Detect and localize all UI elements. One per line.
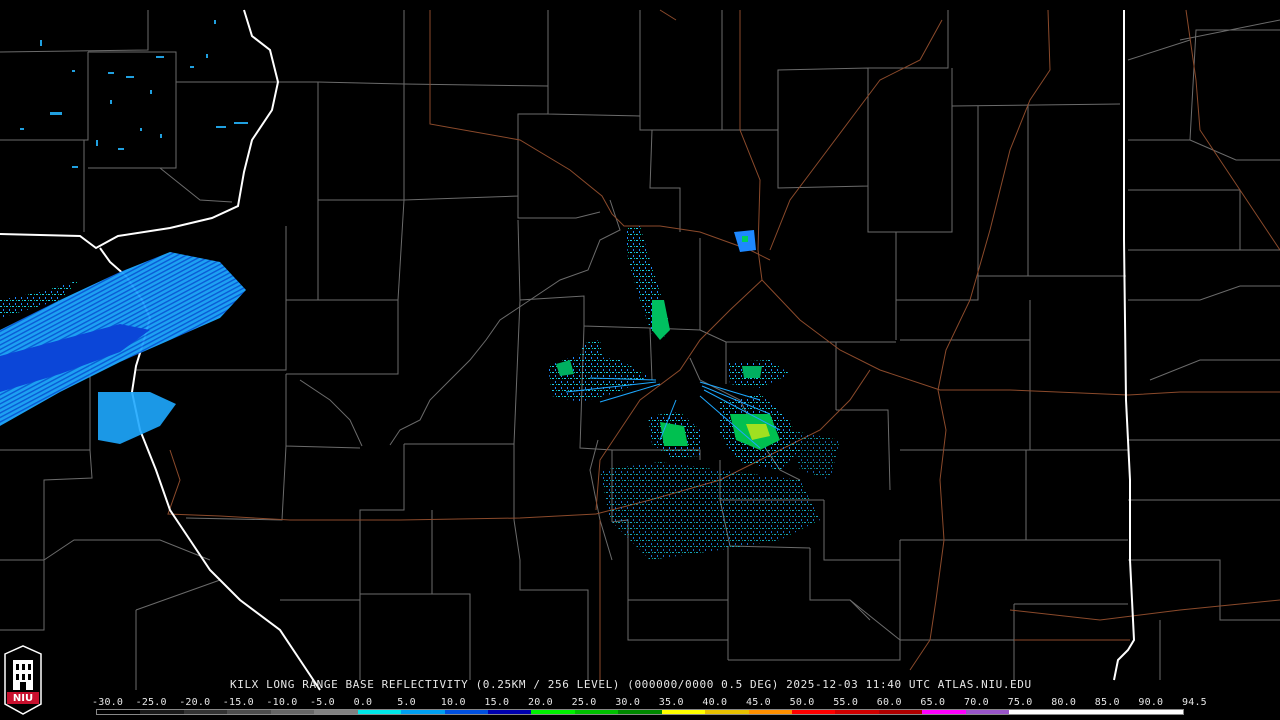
legend-color-swatch xyxy=(531,710,575,714)
legend-label: 85.0 xyxy=(1094,697,1120,708)
legend-color-swatch xyxy=(922,710,966,714)
legend-color-swatch xyxy=(618,710,662,714)
niu-logo-text: NIU xyxy=(12,693,34,704)
legend-color-swatch xyxy=(97,710,141,714)
scattered-returns-northwest xyxy=(20,20,248,168)
legend-label: 60.0 xyxy=(876,697,902,708)
legend-label: -5.0 xyxy=(310,697,335,708)
legend-label: 50.0 xyxy=(789,697,815,708)
legend-color-swatch xyxy=(1052,710,1097,714)
legend-color-swatch xyxy=(314,710,358,714)
legend-label: 15.0 xyxy=(484,697,510,708)
radar-map xyxy=(0,9,1280,715)
legend-label: -25.0 xyxy=(135,697,167,708)
legend-color-swatch xyxy=(183,710,228,714)
legend-label: -15.0 xyxy=(222,697,254,708)
legend-color-swatch xyxy=(705,710,749,714)
state-boundaries xyxy=(0,9,1136,691)
western-precip-band xyxy=(0,252,246,444)
legend-label: 90.0 xyxy=(1138,697,1164,708)
legend-color-swatch xyxy=(227,710,271,714)
legend-label: 94.5 xyxy=(1182,697,1207,708)
legend-color-swatch xyxy=(401,710,445,714)
legend-color-swatch xyxy=(140,710,184,714)
legend-color-swatch xyxy=(1009,710,1053,714)
legend-label: 30.0 xyxy=(615,697,641,708)
legend-color-swatch xyxy=(1096,710,1140,714)
legend-color-swatch xyxy=(878,710,923,714)
legend-label: 65.0 xyxy=(920,697,946,708)
legend-label: -30.0 xyxy=(92,697,124,708)
legend-color-swatch xyxy=(1139,710,1183,714)
legend-color-bar xyxy=(96,709,1184,715)
legend-color-swatch xyxy=(965,710,1010,714)
legend-label: 0.0 xyxy=(353,697,373,708)
legend-color-swatch xyxy=(270,710,315,714)
legend-color-swatch xyxy=(487,710,532,714)
county-boundaries xyxy=(0,10,1280,690)
legend-label: 70.0 xyxy=(964,697,989,708)
legend-labels: -30.0 -25.0 -20.0 -15.0 -10.0 -5.0 0.0 5.0 10.0 1… xyxy=(92,697,1207,709)
legend-label: 20.0 xyxy=(528,697,553,708)
legend-label: 5.0 xyxy=(397,697,416,708)
legend-label: -10.0 xyxy=(266,697,298,708)
legend-color-swatch xyxy=(444,710,488,714)
legend-color-swatch xyxy=(792,710,836,714)
legend-label: 55.0 xyxy=(833,697,859,708)
product-caption: KILX LONG RANGE BASE REFLECTIVITY (0.25K… xyxy=(230,678,1032,691)
legend-color-swatch xyxy=(835,710,879,714)
radar-clutter-kilx xyxy=(548,226,840,560)
legend-color-swatch xyxy=(661,710,706,714)
legend-color-swatch xyxy=(357,710,402,714)
legend-label: -20.0 xyxy=(179,697,211,708)
legend-label: 10.0 xyxy=(440,697,466,708)
legend-color-swatch xyxy=(748,710,792,714)
legend-label: 75.0 xyxy=(1007,697,1033,708)
legend-label: 80.0 xyxy=(1051,697,1077,708)
legend-label: 25.0 xyxy=(571,697,597,708)
legend-label: 45.0 xyxy=(746,697,771,708)
highways xyxy=(167,9,1280,680)
legend-label: 40.0 xyxy=(702,697,728,708)
legend-label: 35.0 xyxy=(658,697,684,708)
legend-color-swatch xyxy=(574,710,619,714)
